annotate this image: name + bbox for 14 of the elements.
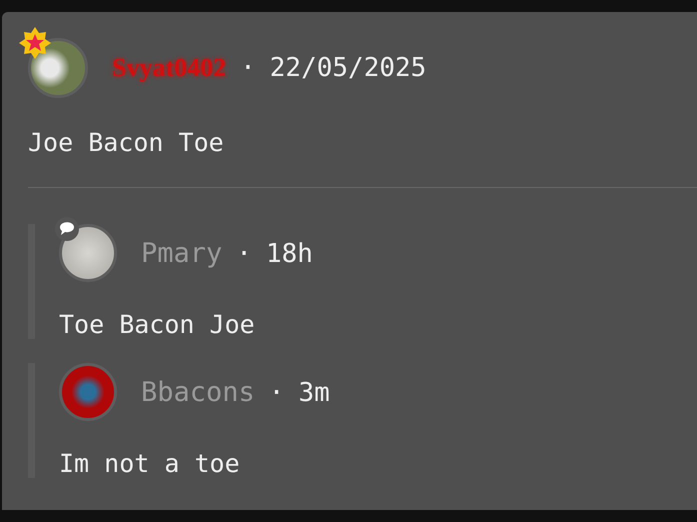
star-badge-icon (18, 26, 52, 60)
username[interactable]: Pmary (141, 238, 222, 268)
username[interactable]: Bbacons (141, 376, 255, 408)
comment-text: Joe Bacon Toe (28, 128, 225, 157)
reply-time: 18h (266, 238, 313, 268)
speech-bubble-icon (53, 216, 81, 242)
username[interactable]: Svyat0402 (112, 53, 226, 82)
separator-dot: · (268, 378, 284, 408)
reply-text: Im not a toe (59, 449, 241, 478)
separator-dot: · (236, 238, 252, 268)
reply-time: 3m (298, 378, 330, 408)
post-date: 22/05/2025 (270, 53, 426, 83)
separator-dot: · (240, 53, 256, 83)
reply-text: Toe Bacon Joe (59, 310, 256, 339)
